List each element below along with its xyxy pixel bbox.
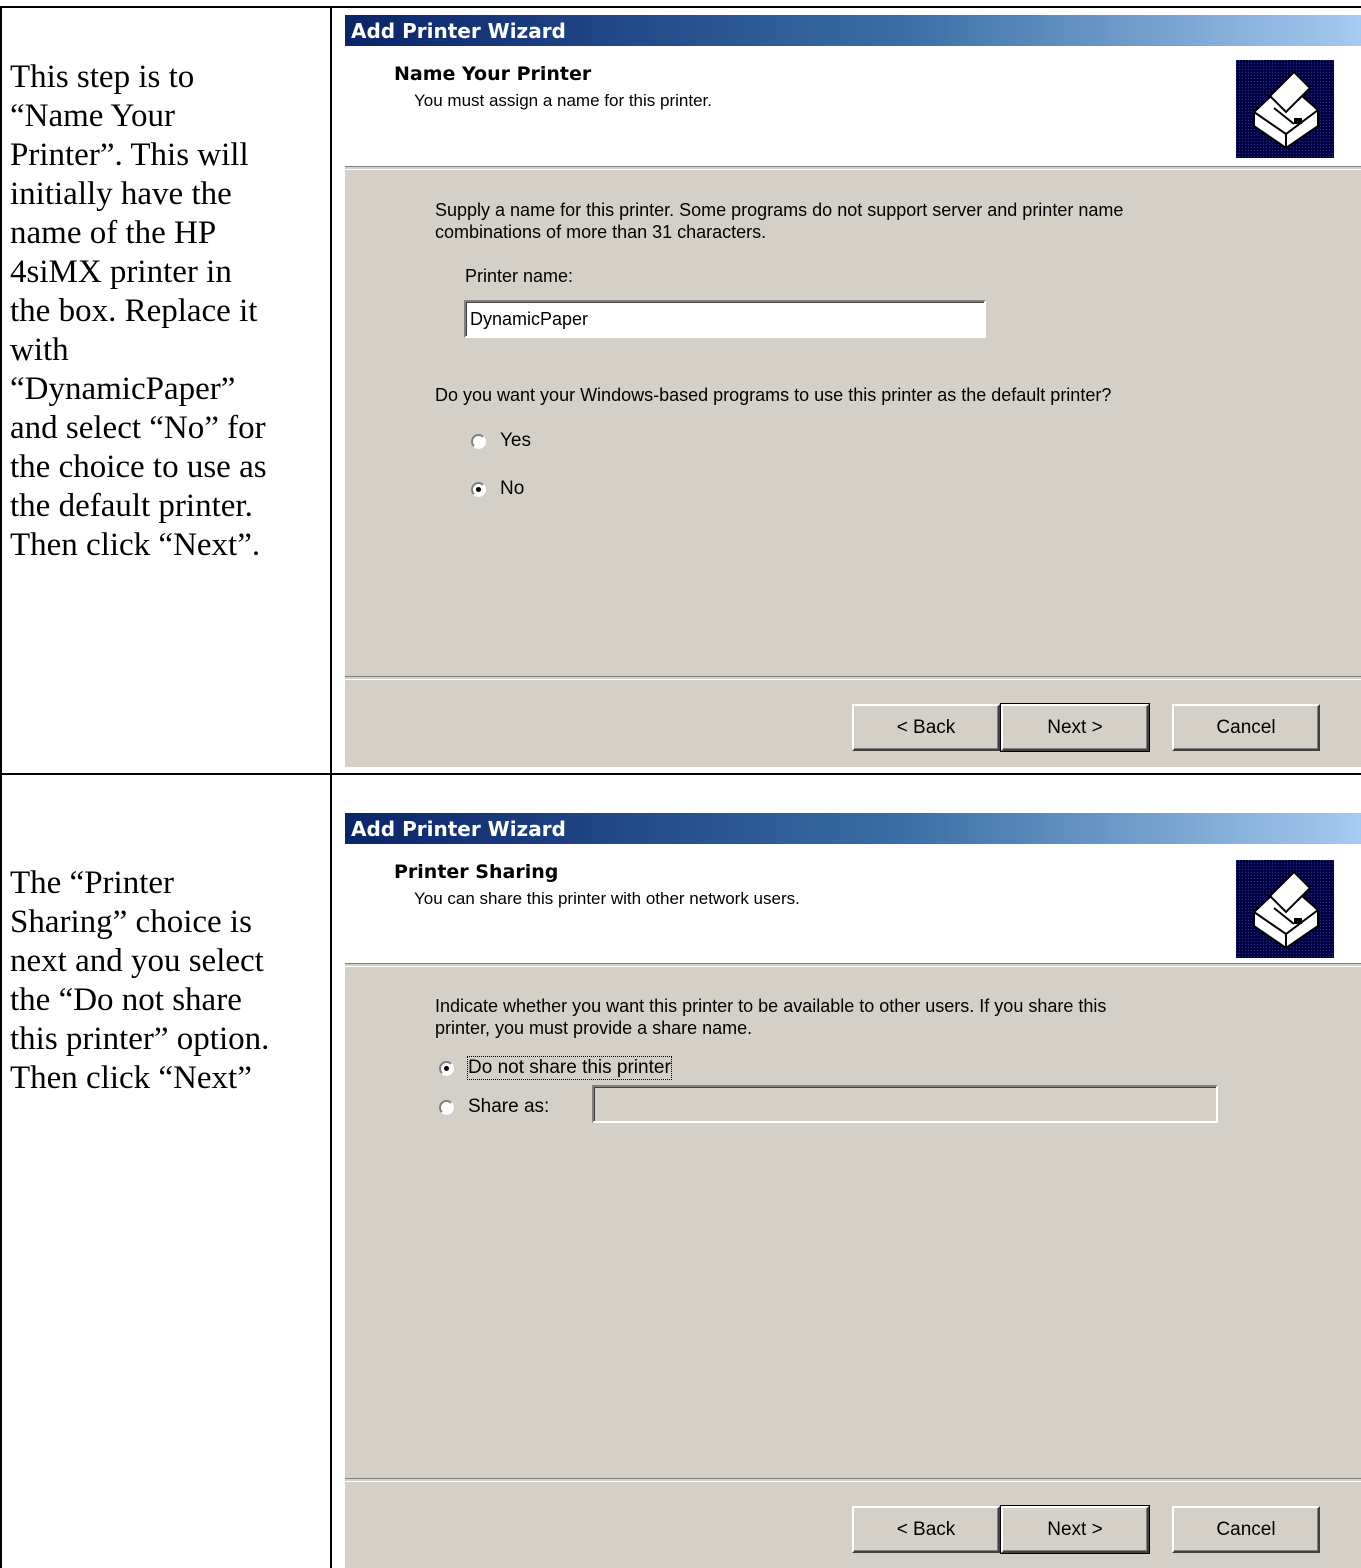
document-table: This step is to “Name Your Printer”. Thi… — [0, 0, 1361, 1568]
header-subtitle: You can share this printer with other ne… — [414, 889, 800, 908]
header-separator — [345, 963, 1361, 967]
radio-no-label: No — [500, 478, 525, 499]
wizard-header: Printer Sharing You can share this print… — [345, 844, 1361, 963]
radio-no[interactable] — [471, 481, 486, 497]
radio-do-not-share-option[interactable]: Do not share this printer — [439, 1056, 672, 1080]
table-border-left — [0, 6, 2, 1568]
wizard-title: Add Printer Wizard — [351, 817, 566, 841]
radio-do-not-share[interactable] — [439, 1060, 454, 1076]
header-title: Printer Sharing — [394, 861, 559, 883]
radio-no-option[interactable]: No — [471, 478, 524, 500]
default-printer-question: Do you want your Windows-based programs … — [435, 385, 1112, 405]
printer-icon — [1236, 860, 1334, 958]
wizard-window-printer-sharing: Add Printer Wizard Printer Sharing You c… — [345, 813, 1361, 1568]
description-text: Supply a name for this printer. Some pro… — [435, 200, 1124, 242]
table-column-divider — [330, 6, 332, 1568]
footer-separator — [345, 676, 1361, 680]
share-name-field[interactable] — [592, 1085, 1218, 1123]
table-row-divider — [0, 773, 1361, 775]
footer-separator — [345, 1478, 1361, 1482]
back-button[interactable]: < Back — [852, 704, 1000, 751]
wizard-window-name-printer: Add Printer Wizard Name Your Printer You… — [345, 15, 1361, 767]
wizard-title-bar: Add Printer Wizard — [345, 813, 1361, 844]
wizard-title: Add Printer Wizard — [351, 19, 566, 43]
cancel-button[interactable]: Cancel — [1172, 704, 1320, 751]
table-border-top — [0, 6, 1361, 8]
radio-yes[interactable] — [471, 433, 486, 449]
header-subtitle: You must assign a name for this printer. — [414, 91, 712, 110]
instruction-text-name-printer: This step is to “Name Your Printer”. Thi… — [10, 59, 267, 563]
printer-name-field[interactable]: DynamicPaper — [464, 300, 986, 338]
header-separator — [345, 166, 1361, 170]
printer-name-label: Printer name: — [465, 266, 574, 286]
description-text: Indicate whether you want this printer t… — [435, 996, 1107, 1038]
printer-icon — [1236, 60, 1334, 158]
wizard-title-bar: Add Printer Wizard — [345, 15, 1361, 46]
radio-yes-label: Yes — [500, 430, 531, 451]
next-button[interactable]: Next > — [1000, 703, 1150, 752]
radio-share-as-label: Share as: — [468, 1096, 550, 1117]
back-button[interactable]: < Back — [852, 1506, 1000, 1553]
cancel-button[interactable]: Cancel — [1172, 1506, 1320, 1553]
instruction-text-printer-sharing: The “Printer Sharing” choice is next and… — [10, 865, 270, 1096]
radio-share-as[interactable] — [439, 1099, 454, 1115]
wizard-header: Name Your Printer You must assign a name… — [345, 46, 1361, 166]
header-title: Name Your Printer — [394, 63, 592, 85]
radio-share-as-option[interactable]: Share as: — [439, 1096, 549, 1118]
radio-do-not-share-label: Do not share this printer — [467, 1056, 672, 1080]
radio-yes-option[interactable]: Yes — [471, 430, 531, 452]
next-button[interactable]: Next > — [1000, 1505, 1150, 1554]
